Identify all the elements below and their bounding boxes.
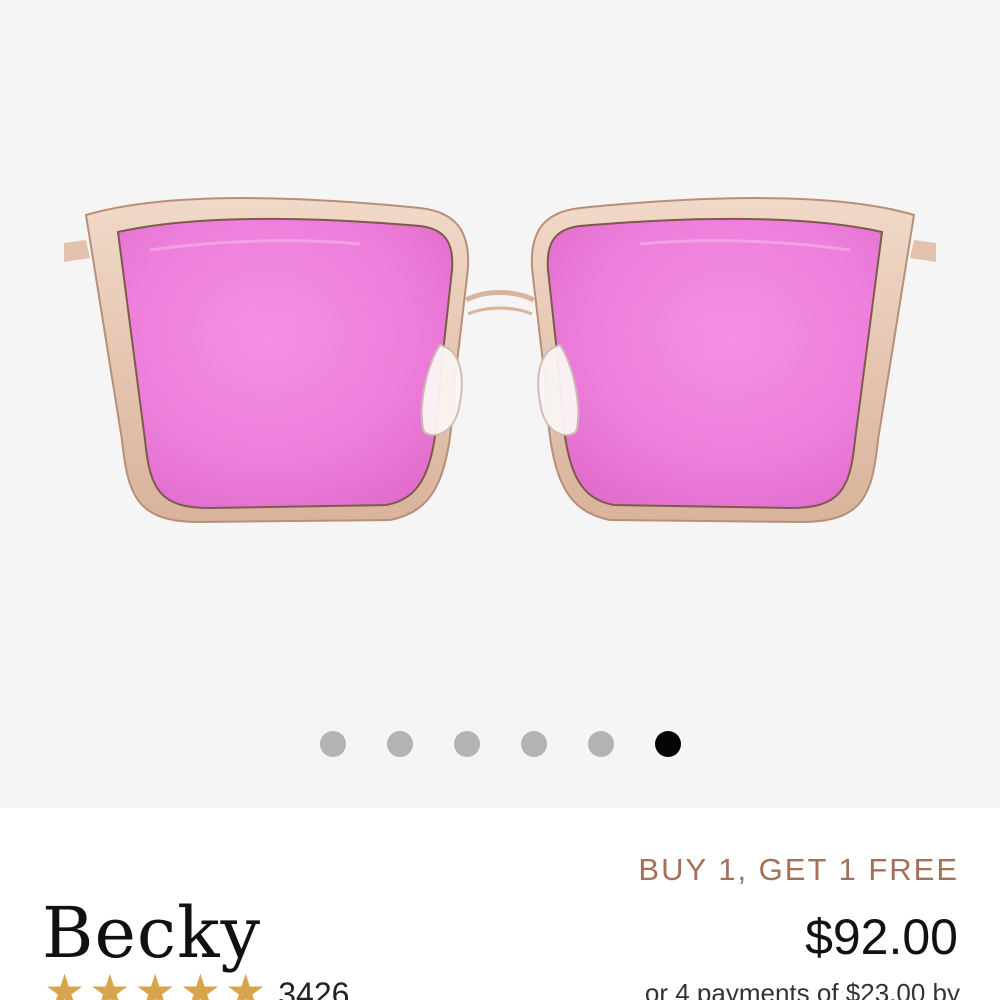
carousel-dots xyxy=(0,731,1000,757)
promo-label: BUY 1, GET 1 FREE xyxy=(638,852,959,887)
review-count: 3426 xyxy=(278,976,350,1000)
product-gallery[interactable] xyxy=(0,0,1000,808)
rating-stars: ★ ★ ★ ★ ★ xyxy=(44,968,266,1000)
product-page: BUY 1, GET 1 FREE Becky $92.00 ★ ★ ★ ★ ★… xyxy=(0,0,1000,1000)
star-icon: ★ xyxy=(44,965,86,1000)
carousel-dot-6-active[interactable] xyxy=(654,731,681,757)
star-icon: ★ xyxy=(134,965,176,1000)
product-rating[interactable]: ★ ★ ★ ★ ★ 3426 xyxy=(44,968,349,1000)
star-icon: ★ xyxy=(225,965,267,1000)
carousel-dot-2[interactable] xyxy=(386,731,413,757)
star-icon: ★ xyxy=(179,965,221,1000)
carousel-dot-3[interactable] xyxy=(453,731,480,757)
carousel-dot-4[interactable] xyxy=(520,731,547,757)
product-image xyxy=(64,197,936,524)
star-icon: ★ xyxy=(89,965,131,1000)
product-price: $92.00 xyxy=(805,909,958,965)
carousel-dot-1[interactable] xyxy=(319,731,346,757)
carousel-dot-5[interactable] xyxy=(587,731,614,757)
installments-text: or 4 payments of $23.00 by xyxy=(644,978,960,1000)
product-name: Becky xyxy=(42,892,262,974)
